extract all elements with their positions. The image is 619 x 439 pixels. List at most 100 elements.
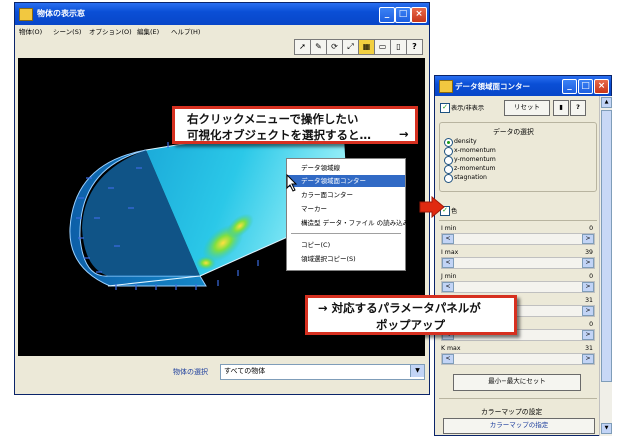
scrollbar-thumb[interactable] [601,110,612,382]
panel-minimize-icon[interactable]: _ [562,79,577,94]
chevron-down-icon[interactable]: ▼ [601,423,612,434]
context-menu: データ領域線 データ領域面コンター カラー面コンター マーカー 構造型 データ・… [286,158,409,271]
window-icon[interactable]: ▭ [374,39,391,55]
callout2-line2: ポップアップ [376,318,445,332]
toolbar: ➚ ✎ ⟳ ⤢ ▦ ▭ ▯ ? [15,37,429,57]
cursor-icon[interactable]: ➚ [294,39,311,55]
menu-bar: 物体(O) シーン(S) オプション(O) 編集(E) ヘルプ(H) [15,25,429,37]
panel-help-icon[interactable]: ? [570,100,586,116]
option-x-momentum: x-momentum [454,147,496,154]
show-hide-label: 表示/非表示 [451,105,485,112]
slider-value: 0 [589,225,593,232]
callout-select-object: 右クリックメニューで操作したい 可視化オブジェクトを選択すると… → [172,106,418,144]
save-icon[interactable]: ▯ [390,39,407,55]
object-select-dropdown[interactable]: すべての物体 ▼ [220,364,425,380]
panel-title: データ領域面コンター [455,82,530,91]
object-select-bar: 物体の選択 すべての物体 ▼ [15,359,429,383]
colormap-button[interactable]: カラーマップの指定 [443,418,595,434]
slider-value: 0 [589,321,593,328]
color-icon[interactable]: ▦ [358,39,375,55]
chevron-right-icon[interactable]: > [582,234,594,244]
radio-y-momentum[interactable] [444,156,453,165]
zoom-icon[interactable]: ⤢ [342,39,359,55]
menu-scene[interactable]: シーン(S) [53,26,81,36]
pencil-icon[interactable]: ✎ [310,39,327,55]
reset-label: リセット [514,103,540,111]
chevron-right-icon[interactable]: > [582,306,594,316]
chevron-left-icon[interactable]: < [442,282,454,292]
minmax-reset-label: 最小−最大にセット [488,377,546,385]
rotate-icon[interactable]: ⟳ [326,39,343,55]
chevron-right-icon[interactable]: > [582,354,594,364]
slider-track[interactable]: < > [441,281,595,293]
ctx-item-region-copy[interactable]: 領域選択コピー(S) [287,253,405,265]
main-title-bar[interactable]: 物体の表示窓 _ □ × [15,3,429,25]
chevron-right-icon[interactable]: > [582,330,594,340]
slider-label: J min [441,273,457,280]
chevron-down-icon[interactable]: ▼ [410,365,424,377]
object-select-value: すべての物体 [224,367,266,375]
reset-button[interactable]: リセット [504,100,550,116]
minmax-reset-button[interactable]: 最小−最大にセット [453,374,581,391]
divider [439,220,597,221]
panel-close-icon[interactable]: × [594,79,609,94]
radio-stagnation[interactable] [444,174,453,183]
slider-track[interactable]: < > [441,353,595,365]
menu-help[interactable]: ヘルプ(H) [171,26,200,36]
save-icon[interactable]: ▮ [553,100,569,116]
help-icon[interactable]: ? [406,39,423,55]
colormap-settings-label: カラーマップの設定 [481,408,543,416]
chevron-right-icon[interactable]: > [582,282,594,292]
slider-value: 39 [585,249,593,256]
chevron-left-icon[interactable]: < [442,258,454,268]
slider-value: 0 [589,273,593,280]
ctx-item-load-structured-data[interactable]: 構造型 データ・ファイル の読み込み [287,217,409,229]
chevron-left-icon[interactable]: < [442,354,454,364]
slider-label: I min [441,225,457,232]
option-density: density [454,138,477,145]
callout1-line2: 可視化オブジェクトを選択すると… [187,128,371,142]
data-select-label: データの選択 [493,128,534,136]
parameter-panel: データ領域面コンター _ □ × ✓ 表示/非表示 リセット ▮ ? データの選… [434,75,612,436]
menu-edit[interactable]: 編集(E) [137,26,159,36]
chevron-up-icon[interactable]: ▲ [601,97,612,108]
ctx-item-data-region-lines[interactable]: データ領域線 [287,162,405,174]
slider-label: K max [441,345,461,352]
ctx-separator [291,233,401,234]
maximize-icon[interactable]: □ [395,7,411,23]
show-hide-checkbox[interactable]: ✓ [440,103,450,113]
callout2-line1: → 対応するパラメータパネルが [318,301,481,315]
slider-value: 31 [585,297,593,304]
app-icon [19,8,33,21]
chevron-left-icon[interactable]: < [442,234,454,244]
main-window-title: 物体の表示窓 [37,9,85,18]
radio-z-momentum[interactable] [444,165,453,174]
ctx-item-color-contour[interactable]: カラー面コンター [287,189,405,201]
close-icon[interactable]: × [411,7,427,23]
plume-mark [196,256,216,270]
slider-track[interactable]: < > [441,257,595,269]
ctx-item-marker[interactable]: マーカー [287,203,405,215]
mouse-cursor-icon [286,174,298,192]
colormap-button-label: カラーマップの指定 [489,421,549,429]
radio-density[interactable] [444,138,453,147]
menu-object[interactable]: 物体(O) [19,26,42,36]
slider-value: 31 [585,345,593,352]
menu-option[interactable]: オプション(O) [89,26,132,36]
panel-title-bar[interactable]: データ領域面コンター _ □ × [435,76,611,96]
callout-panel-popup: → 対応するパラメータパネルが ポップアップ [305,295,517,335]
radio-x-momentum[interactable] [444,147,453,156]
slider-track[interactable]: < > [441,233,595,245]
panel-maximize-icon[interactable]: □ [578,79,593,94]
option-stagnation: stagnation [454,174,487,181]
callout1-arrow-icon: → [399,127,409,141]
option-y-momentum: y-momentum [454,156,496,163]
ctx-item-copy[interactable]: コピー(C) [287,239,405,251]
minimize-icon[interactable]: _ [379,7,395,23]
color-label: 色 [451,208,458,215]
callout1-line1: 右クリックメニューで操作したい [187,112,359,126]
panel-app-icon [439,80,453,93]
ctx-item-data-region-contour[interactable]: データ領域面コンター [287,175,405,187]
chevron-right-icon[interactable]: > [582,258,594,268]
panel-scrollbar[interactable]: ▲ ▼ [599,96,612,436]
